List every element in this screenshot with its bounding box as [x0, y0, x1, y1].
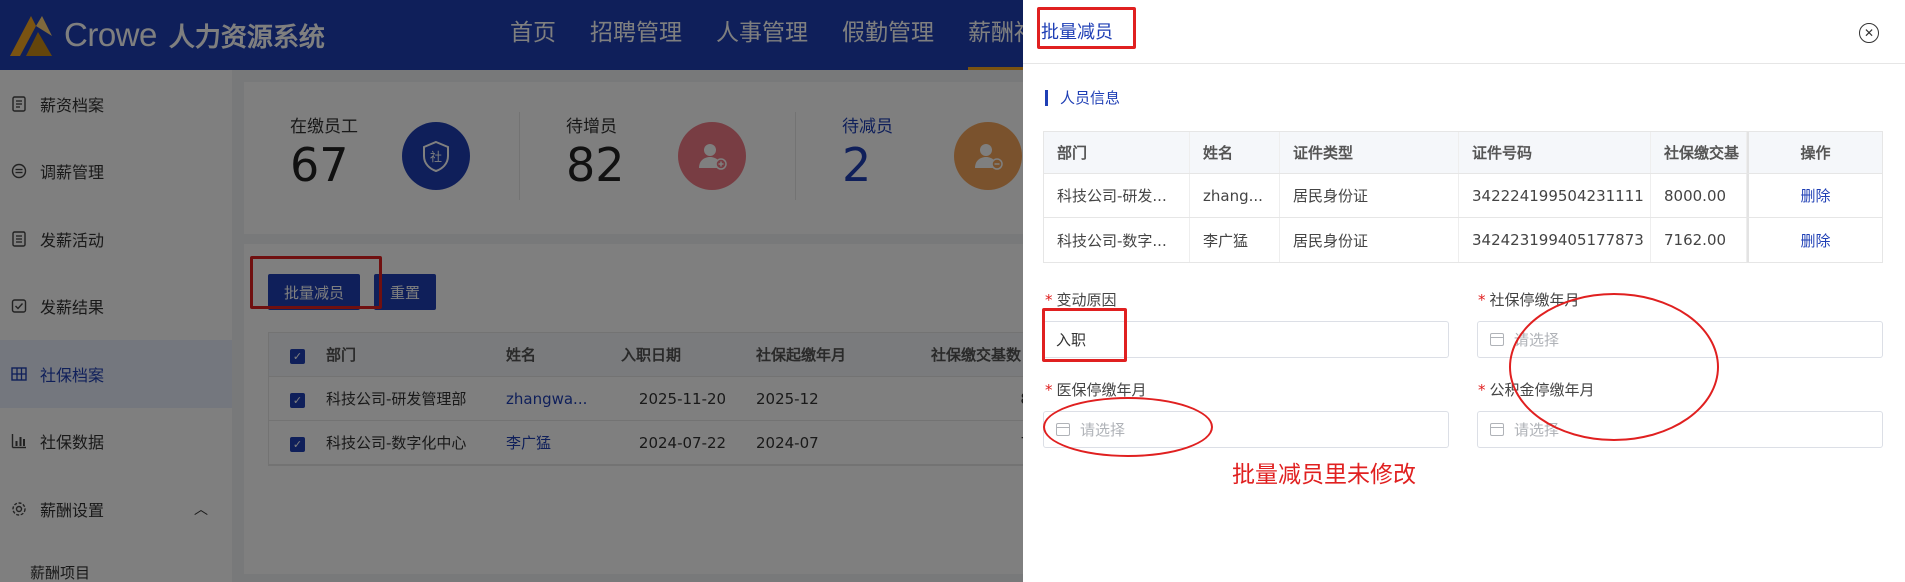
cell-name: zhang...	[1190, 174, 1280, 217]
batch-reduce-drawer: 批量减员 ✕ 人员信息 部门 姓名 证件类型 证件号码 社保缴交基 操作 科技公…	[1023, 0, 1905, 582]
delete-link[interactable]: 删除	[1800, 185, 1830, 206]
header-id-type: 证件类型	[1280, 132, 1459, 173]
cell-dept: 科技公司-数字...	[1044, 218, 1190, 262]
calendar-icon	[1490, 333, 1504, 346]
table-header: 部门 姓名 证件类型 证件号码 社保缴交基 操作	[1044, 132, 1882, 174]
cell-id-type: 居民身份证	[1280, 218, 1459, 262]
annotation-note: 批量减员里未修改	[1232, 462, 1416, 488]
close-icon[interactable]: ✕	[1859, 23, 1879, 43]
calendar-icon	[1490, 423, 1504, 436]
delete-link[interactable]: 删除	[1800, 230, 1830, 251]
cell-dept: 科技公司-研发...	[1044, 174, 1190, 217]
header-operation: 操作	[1747, 132, 1882, 173]
annotation-box-reason	[1042, 308, 1127, 362]
header-id-no: 证件号码	[1459, 132, 1651, 173]
annotation-ellipse-fund	[1509, 293, 1719, 441]
section-title: 人员信息	[1045, 90, 1120, 106]
cell-base: 8000.00	[1651, 174, 1747, 217]
annotation-ellipse-medical	[1043, 397, 1213, 457]
drawer-header: 批量减员 ✕	[1023, 0, 1905, 64]
cell-id-no: 342423199405177873	[1459, 218, 1651, 262]
header-dept: 部门	[1044, 132, 1190, 173]
modal-overlay[interactable]	[0, 0, 1023, 582]
personnel-table: 部门 姓名 证件类型 证件号码 社保缴交基 操作 科技公司-研发... zhan…	[1043, 131, 1883, 263]
annotation-box-title	[1037, 7, 1136, 49]
header-name: 姓名	[1190, 132, 1280, 173]
cell-name: 李广猛	[1190, 218, 1280, 262]
cell-id-type: 居民身份证	[1280, 174, 1459, 217]
table-row: 科技公司-数字... 李广猛 居民身份证 342423199405177873 …	[1044, 218, 1882, 262]
reason-label-text: 变动原因	[1056, 291, 1117, 309]
header-base: 社保缴交基	[1651, 132, 1747, 173]
reason-label: * 变动原因	[1045, 291, 1117, 309]
table-row: 科技公司-研发... zhang... 居民身份证 34222419950423…	[1044, 174, 1882, 218]
cell-base: 7162.00	[1651, 218, 1747, 262]
cell-id-no: 342224199504231111	[1459, 174, 1651, 217]
